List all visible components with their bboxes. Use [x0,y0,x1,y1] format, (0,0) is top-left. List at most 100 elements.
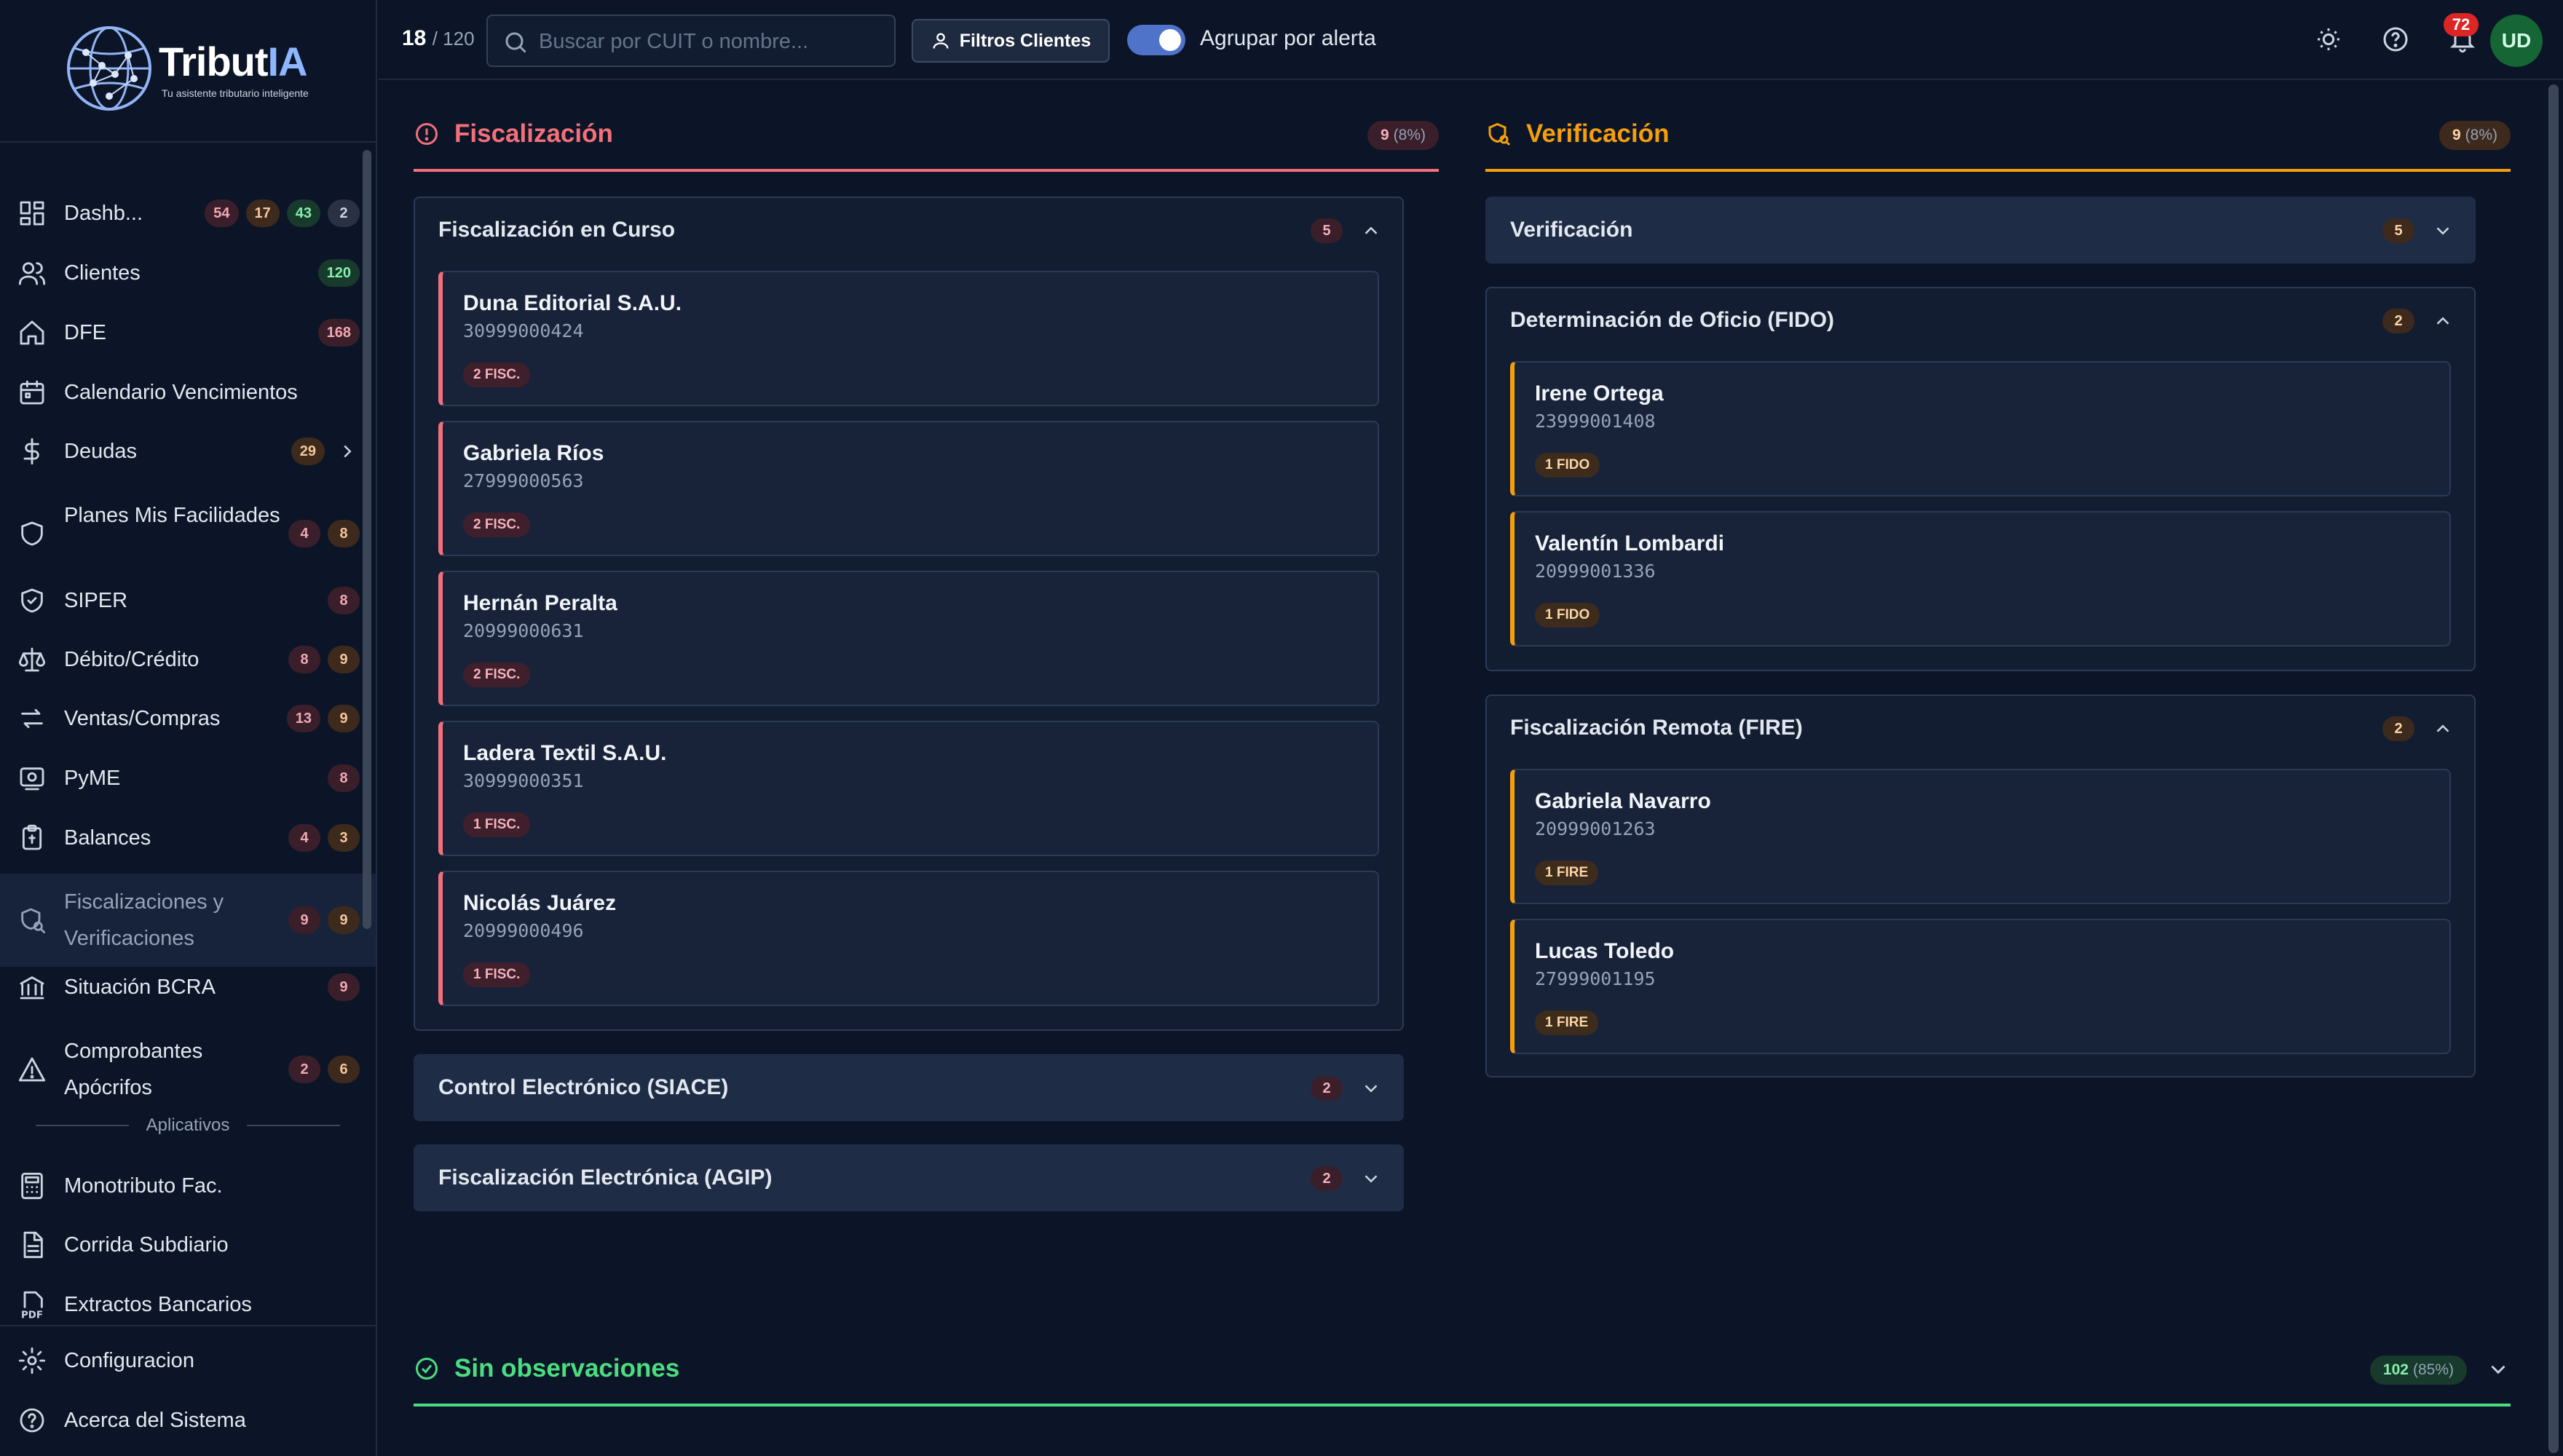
alert-tag: 2 FISC. [463,363,531,387]
sidebar-item-label: DFE [64,321,106,344]
chevron-down-icon[interactable] [1360,1168,1382,1190]
group-count-badge: 2 [1311,1076,1343,1101]
section-header-verificacion[interactable]: Verificación 9 (8%) [1485,106,2511,172]
sidebar-item-fiscalizaciones-y-verificaciones[interactable]: Fiscalizaciones y Verificaciones 9 9 [0,874,376,967]
avatar[interactable]: UD [2490,15,2543,67]
sidebar-item-comprobantes-apocrifos[interactable]: Comprobantes Apócrifos 2 6 [0,1023,376,1116]
group-by-alert-toggle[interactable] [1127,25,1185,55]
sidebar-item-planes-mis-facilidades[interactable]: Planes Mis Facilidades 4 8 [0,487,376,580]
chevron-down-icon[interactable] [2432,220,2454,242]
globe-network-icon [67,26,151,111]
client-name: Nicolás Juárez [463,891,617,915]
client-cuit: 20999001336 [1535,561,1656,582]
client-cuit: 20999000496 [463,920,584,941]
search-input[interactable] [539,23,881,60]
sidebar-nav: Dashb... 54 17 43 2 Clientes 120 DFE 168 Calendar… [0,143,376,1325]
nav-badge-orange: 8 [328,520,360,547]
sidebar-item-calendario-vencimientos[interactable]: Calendario Vencimientos [0,368,376,416]
help-circle-icon[interactable] [2381,25,2410,54]
alert-tag: 1 FISC. [463,812,531,837]
sidebar-item-label: Clientes [64,261,141,285]
bank-icon [20,976,44,1000]
group-fiscalizacion-remota-fire: Fiscalización Remota (FIRE) 2 Gabriela Nav… [1485,695,2476,1077]
client-card[interactable]: Gabriela Navarro 20999001263 1 FIRE [1510,769,2451,904]
sidebar-item-clientes[interactable]: Clientes 120 [0,249,376,297]
client-cuit: 30999000424 [463,320,584,341]
nav-badge-red: 2 [288,1056,320,1083]
alert-tag: 1 FIDO [1535,603,1600,628]
sidebar-item-dfe[interactable]: DFE 168 [0,309,376,357]
sun-icon[interactable] [2314,25,2343,54]
client-card[interactable]: Valentín Lombardi 20999001336 1 FIDO [1510,511,2451,646]
svg-text:PDF: PDF [21,1310,43,1319]
chevron-up-icon[interactable] [1360,220,1382,242]
group-header[interactable]: Fiscalización Electrónica (AGIP) 2 [415,1146,1402,1210]
client-card[interactable]: Nicolás Juárez 20999000496 1 FISC. [438,871,1379,1006]
sidebar-item-situacion-bcra[interactable]: Situación BCRA 9 [0,963,376,1011]
section-count-badge: 102 (85%) [2369,1356,2467,1385]
sidebar-app-monotributo-fac[interactable]: Monotributo Fac. [0,1162,376,1210]
client-cuit: 23999001408 [1535,411,1656,432]
sidebar-app-extractos-bancarios[interactable]: PDF Extractos Bancarios [0,1281,376,1325]
client-cuit: 30999000351 [463,770,584,791]
client-card[interactable]: Ladera Textil S.A.U. 30999000351 1 FISC. [438,721,1379,856]
chevron-right-icon [344,445,352,458]
chevron-up-icon[interactable] [2432,310,2454,332]
client-name: Irene Ortega [1535,381,1664,405]
chevron-up-icon[interactable] [2432,718,2454,740]
client-card[interactable]: Irene Ortega 23999001408 1 FIDO [1510,361,2451,496]
sidebar-item-dashb[interactable]: Dashb... 54 17 43 2 [0,189,376,237]
client-card[interactable]: Hernán Peralta 20999000631 2 FISC. [438,571,1379,706]
group-header[interactable]: Fiscalización en Curso 5 [415,198,1402,262]
brand-logo[interactable]: TributIA Tu asistente tributario intelig… [0,0,376,143]
client-cuit: 20999001263 [1535,818,1656,839]
sidebar-item-acerca-del-sistema[interactable]: Acerca del Sistema [0,1396,376,1444]
sidebar-item-pyme[interactable]: PyME 8 [0,754,376,802]
group-title: Fiscalización Remota (FIRE) [1510,716,1803,740]
section-header-fiscalizacion[interactable]: Fiscalización 9 (8%) [414,106,1439,172]
filter-clients-button[interactable]: Filtros Clientes [912,19,1110,63]
sidebar-app-corrida-subdiario[interactable]: Corrida Subdiario [0,1221,376,1269]
group-header[interactable]: Verificación 5 [1487,198,2474,262]
client-cuit: 27999000563 [463,470,584,491]
nav-badge-orange: 9 [328,646,360,673]
main-scrollbar[interactable] [2548,84,2559,1453]
sidebar-item-label: Dashb... [64,202,143,225]
group-verificacion: Verificación 5 [1485,197,2476,264]
sidebar-item-configuracion[interactable]: Configuracion [0,1337,376,1385]
client-card[interactable]: Lucas Toledo 27999001195 1 FIRE [1510,919,2451,1054]
sidebar-scrollbar[interactable] [363,150,371,929]
group-header[interactable]: Fiscalización Remota (FIRE) 2 [1487,696,2474,760]
client-name: Duna Editorial S.A.U. [463,291,682,315]
sidebar-item-label: Ventas/Compras [64,707,221,730]
sidebar-item-label: Fiscalizaciones y Verificaciones [64,890,224,950]
sidebar-item-balances[interactable]: Balances 4 3 [0,814,376,862]
section-header-sin_observaciones[interactable]: Sin observaciones 102 (85%) [414,1341,2511,1406]
nav-badge-red: 168 [317,319,360,347]
alert-tag: 1 FIRE [1535,860,1599,885]
client-card[interactable]: Duna Editorial S.A.U. 30999000424 2 FISC. [438,271,1379,406]
sidebar-item-label: Configuracion [64,1349,194,1372]
nav-badge-red: 4 [288,520,320,547]
pdf-icon: PDF [21,1291,43,1321]
chevron-down-icon [2491,1365,2505,1374]
group-header[interactable]: Determinación de Oficio (FIDO) 2 [1487,288,2474,352]
sidebar-item-label: Extractos Bancarios [64,1293,252,1316]
sidebar-item-ventas-compras[interactable]: Ventas/Compras 13 9 [0,695,376,743]
search-box[interactable] [486,15,896,67]
chevron-down-icon[interactable] [1360,1077,1382,1099]
group-title: Determinación de Oficio (FIDO) [1510,308,1835,332]
group-header[interactable]: Control Electrónico (SIACE) 2 [415,1056,1402,1120]
warning-icon [18,1057,46,1082]
sidebar-item-debito-credito[interactable]: Débito/Crédito 8 9 [0,636,376,684]
sidebar-item-label: Deudas [64,440,137,463]
sidebar-item-deudas[interactable]: Deudas 29 [0,427,376,475]
section-underline [414,169,1439,172]
nav-badge-red: 4 [288,824,320,852]
nav-badge-orange: 9 [328,906,360,934]
sidebar-item-siper[interactable]: SIPER 8 [0,577,376,625]
nav-badge-orange: 3 [328,824,360,852]
client-card[interactable]: Gabriela Ríos 27999000563 2 FISC. [438,421,1379,556]
section-title: Fiscalización [454,119,613,148]
nav-badge-orange: 17 [245,199,280,227]
